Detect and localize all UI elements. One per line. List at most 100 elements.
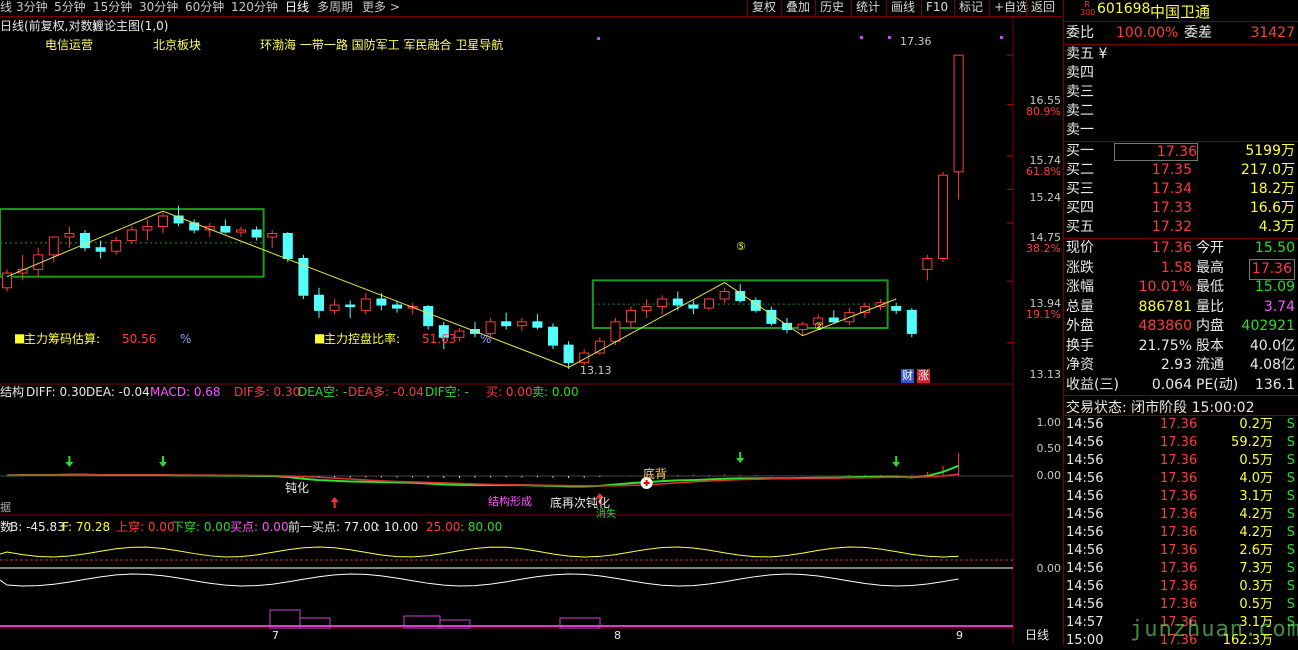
tick-side: S <box>1286 489 1295 504</box>
stat-value: 17.36 <box>1151 240 1192 256</box>
weicha-value: 31427 <box>1250 25 1295 41</box>
tick-list[interactable]: 14:56 17.36 0.2万 S 14:56 17.36 59.2万 S 14:56 17.3… <box>1064 416 1298 648</box>
ask-label-5: 卖五 ¥ <box>1066 46 1108 62</box>
stat-label: 总量 <box>1066 298 1094 315</box>
stat-label: 流通 <box>1196 357 1224 373</box>
axis-price-1313: 13.13 <box>1029 368 1062 381</box>
candle <box>2 269 12 292</box>
history-button[interactable]: 历史 <box>815 0 848 16</box>
period-more[interactable]: 更多 > <box>362 0 400 15</box>
tick-time: 14:57 <box>1066 615 1104 630</box>
period-fenshi[interactable]: 线 <box>0 0 12 15</box>
kdj-down: 下穿: 0.00 <box>172 520 231 534</box>
candle-body <box>610 321 621 342</box>
stat-row: 总量 886781 量比 3.74 <box>1064 298 1298 317</box>
axis-pct-382: 38.2% <box>1026 242 1061 255</box>
candle-body <box>922 257 933 270</box>
stat-row: 外盘 483860 内盘 402921 <box>1064 317 1298 336</box>
tick-price: 17.36 <box>1160 471 1198 486</box>
stat-row: 涨跌 1.58 最高 17.36 <box>1064 258 1298 280</box>
candle-body <box>719 291 730 300</box>
tick-volume: 4.2万 <box>1239 525 1273 540</box>
arrow-head <box>159 462 167 467</box>
period-multi[interactable]: 多周期 <box>317 0 353 15</box>
period-3min[interactable]: 3分钟 <box>16 0 48 15</box>
f10-button[interactable]: F10 <box>921 0 952 16</box>
tick-side: S <box>1286 579 1295 594</box>
candle-body <box>532 321 543 328</box>
candle <box>345 300 356 318</box>
tick-price: 17.36 <box>1160 597 1198 612</box>
kdj-up: 上穿: 0.00 <box>116 520 175 534</box>
kdj-b-line <box>0 573 959 587</box>
stat-value: 483860 <box>1138 318 1192 334</box>
macd-name: 结构 <box>0 385 25 399</box>
candle <box>548 323 558 350</box>
stock-code: 601698 <box>1097 1 1151 17</box>
tick-side: S <box>1286 471 1295 486</box>
finance-badge[interactable]: 财 <box>901 369 914 383</box>
bid-price-1: 17.36 <box>1114 143 1198 161</box>
restore-rights-button[interactable]: 复权 <box>747 0 780 16</box>
candle-body <box>220 225 231 233</box>
candle-body <box>360 298 371 311</box>
tick-time: 15:00 <box>1066 633 1104 648</box>
statistics-button[interactable]: 统计 <box>851 0 884 16</box>
arrow-head <box>65 462 74 467</box>
tick-time: 14:56 <box>1066 597 1104 612</box>
signal-arrow-icon <box>892 456 901 467</box>
stat-label: 现价 <box>1066 240 1094 256</box>
candle <box>251 226 262 241</box>
concept-list: 环渤海 一带一路 国防军工 军民融合 卫星导航 <box>260 38 504 52</box>
arrow-head <box>330 497 339 502</box>
tick-price: 17.36 <box>1160 561 1198 576</box>
back-button[interactable]: 返回 <box>1026 0 1059 16</box>
date-label-8: 8 <box>614 629 621 642</box>
tick-price: 17.36 <box>1160 453 1198 468</box>
period-5min[interactable]: 5分钟 <box>54 0 86 15</box>
macd-sell: 卖: 0.00 <box>532 385 579 399</box>
concept-telecom: 电信运营 <box>45 38 94 52</box>
tick-side: S <box>1286 453 1295 468</box>
period-30min[interactable]: 30分钟 <box>139 0 178 15</box>
bid-row-1: 买一 17.36 5199万 <box>1064 142 1298 161</box>
low-price-label: 13.13 <box>580 364 612 377</box>
control-value: 51.63 <box>422 332 457 346</box>
period-120min[interactable]: 120分钟 <box>231 0 278 15</box>
kdj-f-line <box>0 546 959 558</box>
candle <box>111 237 122 255</box>
candle <box>953 54 964 200</box>
candle-body <box>938 174 948 259</box>
signal-arrow-icon <box>65 456 74 467</box>
period-60min[interactable]: 60分钟 <box>185 0 224 15</box>
stat-row: 涨幅 10.01% 最低 15.09 <box>1064 278 1298 297</box>
period-15min[interactable]: 15分钟 <box>93 0 132 15</box>
bid-label-3: 买三 <box>1066 181 1094 197</box>
candle-body <box>95 247 106 252</box>
mark-button[interactable]: 标记 <box>954 0 987 16</box>
stat-label: 最低 <box>1196 279 1224 295</box>
candle <box>360 293 371 315</box>
indicator-name[interactable]: 缠论主图(1,0) <box>92 19 168 33</box>
signal-arrow-icon <box>330 497 339 508</box>
candle <box>470 321 480 338</box>
tick-volume: 0.2万 <box>1239 417 1273 432</box>
stat-label: PE(动) <box>1196 376 1239 393</box>
stat-value: 886781 <box>1138 298 1192 315</box>
tick-side: S <box>1286 561 1295 576</box>
candle-body <box>782 322 792 331</box>
tick-row: 14:56 17.36 4.2万 S <box>1064 506 1298 524</box>
chart-canvas[interactable] <box>0 17 1062 645</box>
weicha-label: 委差 <box>1184 25 1212 41</box>
kdj-25: 25.00 <box>426 520 461 534</box>
candle <box>719 287 730 303</box>
stat-value: 0.064 <box>1151 376 1192 393</box>
draw-line-button[interactable]: 画线 <box>886 0 919 16</box>
candle-body <box>828 317 839 323</box>
stat-label: 换手 <box>1066 337 1094 354</box>
limit-up-badge[interactable]: 涨 <box>917 369 930 383</box>
period-daily[interactable]: 日线 <box>285 0 309 15</box>
stat-value: 10.01% <box>1138 279 1192 295</box>
candle <box>236 226 246 238</box>
overlay-button[interactable]: 叠加 <box>781 0 814 16</box>
